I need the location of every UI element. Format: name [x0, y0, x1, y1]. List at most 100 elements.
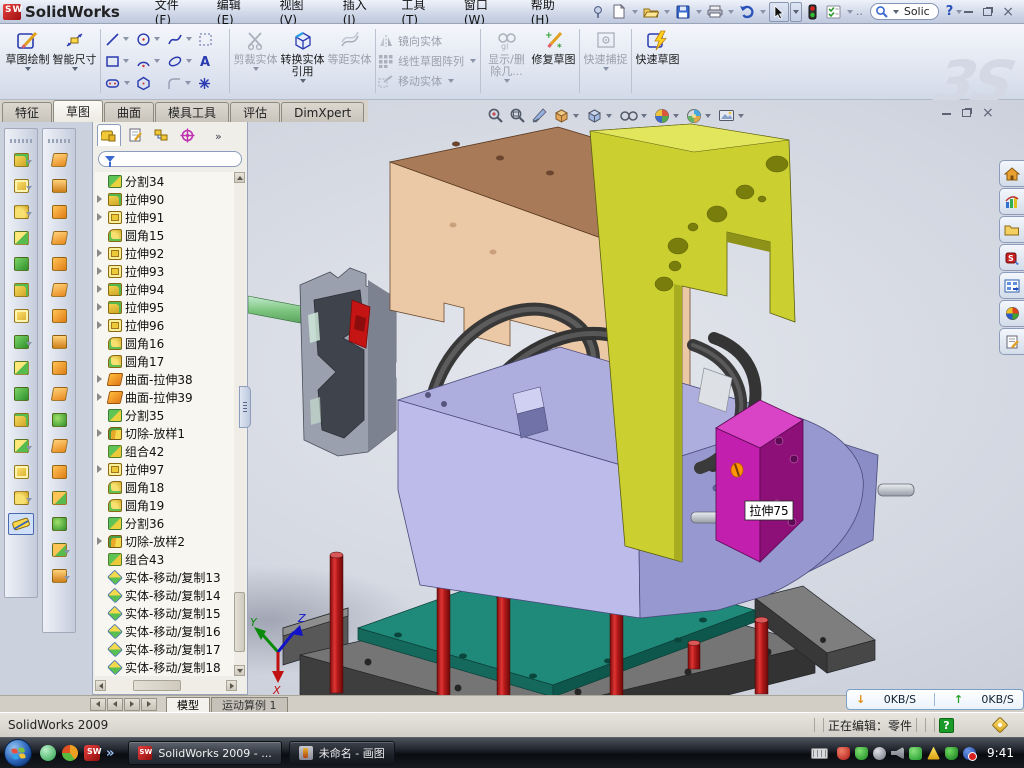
expand-arrow[interactable]: [97, 501, 105, 509]
doc-restore-button[interactable]: [962, 109, 971, 117]
gray-clamp-insert-part[interactable]: [300, 268, 396, 456]
dropdown-arrow[interactable]: [72, 67, 78, 71]
tree-item[interactable]: 实体-移动/复制13: [95, 568, 237, 586]
close-button[interactable]: ×: [1002, 7, 1014, 17]
point-tool[interactable]: [196, 72, 227, 94]
tree-item[interactable]: 实体-移动/复制17: [95, 640, 237, 658]
surfaces-toolbar-button[interactable]: [46, 175, 72, 197]
edit-appearance-icon[interactable]: [653, 107, 682, 125]
search-dropdown-arrow[interactable]: [893, 10, 899, 14]
trim-entities-button[interactable]: 剪裁实体: [232, 26, 279, 96]
dropdown-arrow[interactable]: [728, 10, 734, 14]
features-toolbar-button[interactable]: [8, 149, 34, 171]
features-toolbar-button[interactable]: [8, 175, 34, 197]
slot-tool[interactable]: [103, 72, 134, 94]
dropdown-arrow[interactable]: [664, 10, 670, 14]
tab-motion-study[interactable]: 运动算例 1: [211, 697, 288, 712]
tab-appearances-scenes[interactable]: [999, 300, 1024, 327]
tray-sync-icon[interactable]: [963, 747, 976, 760]
apply-scene-icon[interactable]: [685, 107, 714, 125]
expand-arrow[interactable]: [97, 321, 102, 329]
expand-arrow[interactable]: [97, 195, 102, 203]
expand-arrow[interactable]: [97, 411, 105, 419]
tree-item[interactable]: 实体-移动/复制18: [95, 658, 237, 676]
tree-item[interactable]: 圆角16: [95, 334, 237, 352]
options-checklist-icon[interactable]: [824, 2, 844, 22]
scroll-up-button[interactable]: [234, 172, 245, 183]
doc-close-button[interactable]: ×: [982, 105, 994, 121]
surfaces-toolbar-button[interactable]: [46, 201, 72, 223]
tab-custom-properties[interactable]: [999, 328, 1024, 355]
scroll-left-button[interactable]: [95, 680, 106, 691]
surfaces-toolbar-button[interactable]: [46, 253, 72, 275]
rebuild-traffic-light-icon[interactable]: [803, 2, 823, 22]
tab-property-manager[interactable]: [123, 124, 147, 146]
section-view-icon[interactable]: [530, 106, 549, 125]
tab-dimxpert-manager[interactable]: [175, 124, 199, 146]
pattern-box-tool[interactable]: [196, 28, 227, 50]
expand-arrow[interactable]: [97, 483, 105, 491]
pin-icon[interactable]: [588, 2, 608, 22]
display-delete-relations-button[interactable]: gl 显示/删除几...: [483, 26, 530, 96]
tab-design-library[interactable]: [999, 188, 1024, 215]
smart-dimension-button[interactable]: 智能尺寸: [51, 26, 98, 96]
tab-feature-manager[interactable]: [97, 124, 121, 146]
tab-dimxpert[interactable]: DimXpert: [281, 102, 364, 122]
expand-arrow[interactable]: [97, 627, 105, 635]
features-toolbar-button[interactable]: [8, 487, 34, 509]
zoom-area-icon[interactable]: [508, 106, 527, 125]
offset-entities-button[interactable]: 等距实体: [326, 26, 373, 96]
arc-tool[interactable]: [134, 50, 165, 72]
quick-launch-app-icon[interactable]: [62, 745, 78, 761]
tree-item[interactable]: 拉伸97: [95, 460, 237, 478]
surfaces-toolbar-button[interactable]: [46, 435, 72, 457]
status-help-icon[interactable]: ?: [939, 718, 954, 733]
expand-arrow[interactable]: [97, 429, 102, 437]
taskbar-button-paint[interactable]: 未命名 - 画图: [289, 741, 395, 765]
quick-launch-messenger-icon[interactable]: [40, 745, 56, 761]
panel-splitter-handle[interactable]: [239, 386, 251, 428]
last-tab-button[interactable]: [141, 698, 157, 711]
surfaces-toolbar-button[interactable]: [46, 279, 72, 301]
tree-filter-box[interactable]: [98, 151, 242, 167]
expand-arrow[interactable]: [97, 663, 105, 671]
dropdown-arrow[interactable]: [25, 67, 31, 71]
zoom-fit-icon[interactable]: [486, 106, 505, 125]
tree-item[interactable]: 组合42: [95, 442, 237, 460]
select-cursor-icon[interactable]: [769, 2, 789, 22]
features-toolbar-button[interactable]: [8, 461, 34, 483]
dropdown-arrow[interactable]: [300, 79, 306, 83]
tab-evaluate[interactable]: 评估: [230, 102, 280, 122]
tree-item[interactable]: 拉伸94: [95, 280, 237, 298]
dropdown-arrow[interactable]: [504, 79, 510, 83]
tree-item[interactable]: 分割34: [95, 172, 237, 190]
tree-item[interactable]: 切除-放样2: [95, 532, 237, 550]
quick-launch-overflow[interactable]: »: [106, 746, 114, 761]
surfaces-toolbar-button[interactable]: [46, 383, 72, 405]
select-dropdown[interactable]: [790, 2, 802, 22]
expand-arrow[interactable]: [97, 285, 102, 293]
expand-arrow[interactable]: [97, 357, 105, 365]
tree-item[interactable]: 拉伸95: [95, 298, 237, 316]
ellipse-tool[interactable]: [165, 50, 196, 72]
features-toolbar-button[interactable]: [8, 409, 34, 431]
minimize-button[interactable]: [964, 10, 973, 13]
tree-item[interactable]: 曲面-拉伸39: [95, 388, 237, 406]
features-toolbar-button[interactable]: [8, 279, 34, 301]
scroll-down-button[interactable]: [234, 665, 245, 676]
expand-arrow[interactable]: [97, 573, 105, 581]
dropdown-arrow[interactable]: [696, 10, 702, 14]
expand-arrow[interactable]: [97, 465, 102, 473]
dropdown-arrow[interactable]: [632, 10, 638, 14]
dropdown-arrow[interactable]: [448, 79, 454, 83]
polygon-tool[interactable]: [134, 72, 165, 94]
network-speed-overlay[interactable]: ↓ 0KB/S ↑ 0KB/S: [846, 689, 1024, 710]
expand-arrow[interactable]: [97, 555, 105, 563]
tree-item[interactable]: 圆角17: [95, 352, 237, 370]
new-file-icon[interactable]: [609, 2, 629, 22]
search-box[interactable]: Solic: [870, 3, 939, 20]
view-orientation-icon[interactable]: [552, 106, 582, 125]
tree-item[interactable]: 切除-放样1: [95, 424, 237, 442]
rapid-sketch-button[interactable]: 快速草图: [634, 26, 681, 96]
tree-item[interactable]: 组合43: [95, 550, 237, 568]
